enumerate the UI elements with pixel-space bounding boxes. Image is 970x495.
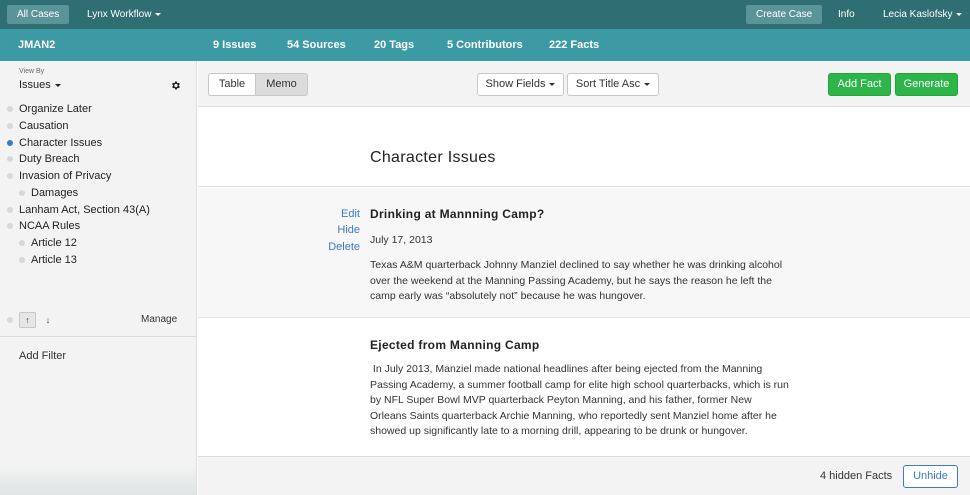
- fact-card: Edit Hide Delete Drinking at Mannning Ca…: [198, 188, 970, 318]
- page-title: Character Issues: [370, 149, 496, 166]
- issue-item-causation[interactable]: Causation: [19, 118, 69, 134]
- fact-body: Texas A&M quarterback Johnny Manziel dec…: [370, 259, 783, 302]
- create-case-label: Create Case: [756, 9, 813, 20]
- all-cases-label: All Cases: [17, 9, 60, 20]
- edit-link[interactable]: Edit: [308, 208, 360, 220]
- memo-view-button[interactable]: Memo: [255, 73, 308, 96]
- unhide-button[interactable]: Unhide: [903, 465, 958, 488]
- sort-dropdown[interactable]: Sort Title Asc: [567, 73, 659, 96]
- issue-item-article-12[interactable]: Article 12: [31, 235, 77, 251]
- user-name: Lecia Kaslofsky: [883, 9, 953, 20]
- issue-item-invasion-of-privacy[interactable]: Invasion of Privacy: [19, 168, 111, 184]
- sidebar-shadow: [0, 465, 196, 495]
- generate-button[interactable]: Generate: [895, 73, 958, 96]
- issue-dot: [19, 190, 25, 196]
- issue-dot: [19, 240, 25, 246]
- issue-item-damages[interactable]: Damages: [31, 185, 78, 201]
- view-by-value: Issues: [19, 79, 51, 91]
- hidden-facts-footer: 4 hidden Facts Unhide: [198, 456, 970, 495]
- issue-item-duty-breach[interactable]: Duty Breach: [19, 151, 80, 167]
- issue-dot: [7, 106, 13, 112]
- chevron-down-icon: [54, 83, 61, 87]
- sources-count[interactable]: 54 Sources: [287, 29, 346, 61]
- tags-count[interactable]: 20 Tags: [374, 29, 414, 61]
- toolbar: Table Memo Show Fields Sort Title Asc Ad…: [198, 61, 970, 107]
- fact-date: July 17, 2013: [370, 234, 433, 246]
- info-label: Info: [838, 9, 855, 20]
- issue-item-organize-later[interactable]: Organize Later: [19, 101, 92, 117]
- view-by-dropdown[interactable]: Issues: [19, 79, 61, 91]
- info-link[interactable]: Info: [828, 5, 865, 24]
- issue-dot: [7, 123, 13, 129]
- issue-dot: [19, 257, 25, 263]
- show-fields-dropdown[interactable]: Show Fields: [477, 73, 564, 96]
- chevron-down-icon: [549, 82, 556, 86]
- issue-item-character-issues[interactable]: Character Issues: [19, 135, 102, 151]
- move-down-button[interactable]: ↓: [42, 313, 54, 327]
- workflow-label: Lynx Workflow: [87, 9, 152, 20]
- issue-item-ncaa-rules[interactable]: NCAA Rules: [19, 218, 80, 234]
- issues-count[interactable]: 9 Issues: [213, 29, 256, 61]
- fact-body: In July 2013, Manziel made national head…: [370, 363, 792, 437]
- hidden-facts-count: 4 hidden Facts: [820, 470, 893, 482]
- top-nav-bar: All Cases Lynx Workflow Create Case Info…: [0, 0, 970, 29]
- memo-content: Character Issues Edit Hide Delete Drinki…: [198, 107, 970, 495]
- table-view-button[interactable]: Table: [208, 73, 256, 96]
- issue-item-article-13[interactable]: Article 13: [31, 252, 77, 268]
- fact-title: Ejected from Manning Camp: [370, 338, 540, 352]
- manage-issues-link[interactable]: Manage: [141, 314, 177, 325]
- chevron-down-icon: [644, 82, 651, 86]
- sidebar: View By Issues Organize Later Causation …: [0, 61, 197, 495]
- arrow-up-icon: ↑: [25, 315, 30, 325]
- divider: [0, 336, 196, 337]
- all-cases-button[interactable]: All Cases: [7, 5, 70, 24]
- case-name[interactable]: JMAN2: [18, 29, 55, 61]
- fact-title: Drinking at Mannning Camp?: [370, 207, 545, 221]
- facts-count[interactable]: 222 Facts: [549, 29, 599, 61]
- issue-dot: [7, 207, 13, 213]
- sort-label: Sort Title Asc: [575, 78, 641, 90]
- workflow-menu[interactable]: Lynx Workflow: [77, 5, 171, 24]
- add-fact-button[interactable]: Add Fact: [828, 73, 891, 96]
- user-menu[interactable]: Lecia Kaslofsky: [873, 5, 970, 24]
- chevron-down-icon: [956, 12, 963, 16]
- move-up-button[interactable]: ↑: [19, 312, 36, 328]
- arrow-down-icon: ↓: [45, 315, 51, 325]
- show-fields-label: Show Fields: [485, 78, 546, 90]
- issue-dot-selected: [7, 140, 13, 146]
- create-case-button[interactable]: Create Case: [746, 5, 823, 24]
- issue-dot: [7, 223, 13, 229]
- hide-link[interactable]: Hide: [308, 224, 360, 236]
- view-by-label: View By: [19, 68, 45, 75]
- issue-dot: [7, 156, 13, 162]
- chevron-down-icon: [155, 12, 162, 16]
- delete-link[interactable]: Delete: [308, 241, 360, 253]
- add-filter-link[interactable]: Add Filter: [19, 350, 66, 362]
- gear-icon[interactable]: [170, 80, 181, 91]
- case-stats-bar: JMAN2 9 Issues 54 Sources 20 Tags 5 Cont…: [0, 29, 970, 61]
- fact-card: Ejected from Manning Camp In July 2013, …: [198, 319, 970, 456]
- contributors-count[interactable]: 5 Contributors: [447, 29, 523, 61]
- issue-dot: [7, 173, 13, 179]
- issue-item-lanham-act[interactable]: Lanham Act, Section 43(A): [19, 202, 150, 218]
- issue-dot: [7, 317, 13, 323]
- memo-header: Character Issues: [198, 107, 970, 187]
